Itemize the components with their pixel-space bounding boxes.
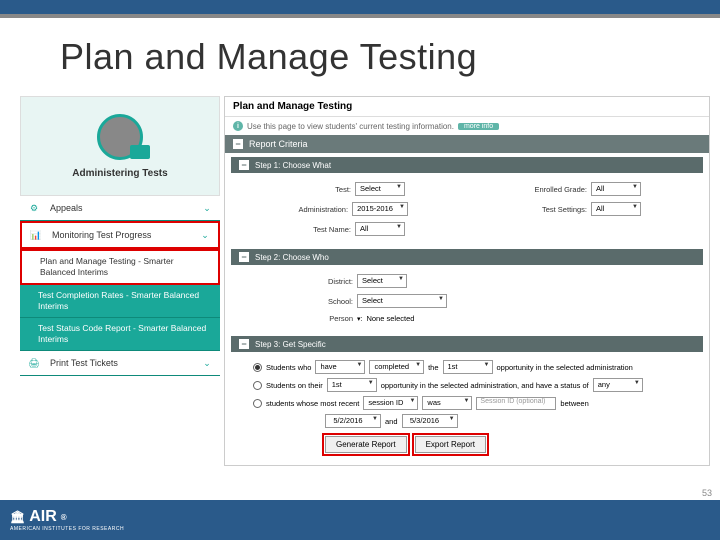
status-select[interactable]: completed — [369, 360, 424, 374]
collapse-icon: − — [239, 252, 249, 262]
footer: 🏛 AIR® AMERICAN INSTITUTES FOR RESEARCH — [0, 500, 720, 540]
content-area: Administering Tests ⚙ Appeals ⌄ 📊 Monitori… — [0, 96, 720, 466]
person-label: Person — [295, 314, 353, 323]
step3-body: Students who have completed the 1st oppo… — [225, 352, 709, 465]
grade-label: Enrolled Grade: — [529, 185, 587, 194]
main-panel: Plan and Manage Testing i Use this page … — [224, 96, 710, 466]
export-report-button[interactable]: Export Report — [415, 436, 486, 453]
opportunity-select[interactable]: 1st — [443, 360, 493, 374]
testname-label: Test Name: — [293, 225, 351, 234]
and-label: and — [385, 417, 398, 426]
avatar-label: Administering Tests — [72, 168, 167, 179]
report-criteria-header[interactable]: − Report Criteria — [225, 135, 709, 153]
top-bar — [0, 0, 720, 18]
step-label: Step 2: Choose Who — [255, 253, 329, 262]
avatar-icon — [97, 114, 143, 160]
collapse-icon: − — [233, 139, 243, 149]
option-3[interactable]: students whose most recent session ID wa… — [235, 394, 699, 412]
button-row: Generate Report Export Report — [235, 430, 699, 459]
district-select[interactable]: Select — [357, 274, 407, 288]
info-icon: i — [233, 121, 243, 131]
criteria-label: Report Criteria — [249, 139, 308, 149]
collapse-icon: − — [239, 160, 249, 170]
chevron-down-icon: ⌄ — [198, 228, 212, 242]
who-have-select[interactable]: have — [315, 360, 365, 374]
nav-label: Monitoring Test Progress — [52, 230, 151, 240]
option-2[interactable]: Students on their 1st opportunity in the… — [235, 376, 699, 394]
nav-monitoring[interactable]: 📊 Monitoring Test Progress ⌄ — [20, 221, 220, 249]
chevron-down-icon: ⌄ — [200, 356, 214, 370]
nav-label: Appeals — [50, 203, 83, 213]
settings-label: Test Settings: — [529, 205, 587, 214]
option-1[interactable]: Students who have completed the 1st oppo… — [235, 358, 699, 376]
settings-select[interactable]: All — [591, 202, 641, 216]
date-to-input[interactable]: 5/3/2016 — [402, 414, 458, 428]
step1-body: Test: Select Enrolled Grade: All Adminis… — [225, 173, 709, 245]
nav-sub-plan-manage[interactable]: Plan and Manage Testing - Smarter Balanc… — [20, 249, 220, 285]
radio-icon[interactable] — [253, 363, 262, 372]
info-row: i Use this page to view students' curren… — [225, 117, 709, 135]
radio-icon[interactable] — [253, 399, 262, 408]
air-logo: 🏛 AIR® — [10, 508, 124, 526]
page-number: 53 — [702, 488, 712, 498]
generate-report-button[interactable]: Generate Report — [325, 436, 407, 453]
more-info-link[interactable]: more info — [458, 123, 499, 130]
sidebar: Administering Tests ⚙ Appeals ⌄ 📊 Monitori… — [20, 96, 220, 466]
avatar-section: Administering Tests — [20, 96, 220, 196]
person-value[interactable]: None selected — [366, 314, 414, 323]
gear-icon: ⚙ — [26, 200, 42, 216]
test-select[interactable]: Select — [355, 182, 405, 196]
chart-icon: 📊 — [28, 227, 44, 243]
session-id-label-select[interactable]: session ID — [363, 396, 418, 410]
any-status-select[interactable]: any — [593, 378, 643, 392]
session-id-input[interactable]: Session ID (optional) — [476, 397, 556, 410]
collapse-icon: − — [239, 339, 249, 349]
admin-select[interactable]: 2015-2016 — [352, 202, 408, 216]
step3-header[interactable]: − Step 3: Get Specific — [231, 336, 703, 352]
chevron-down-icon: ⌄ — [200, 201, 214, 215]
step2-header[interactable]: − Step 2: Choose Who — [231, 249, 703, 265]
air-subtitle: AMERICAN INSTITUTES FOR RESEARCH — [10, 526, 124, 532]
nav-sub-status-code[interactable]: Test Status Code Report - Smarter Balanc… — [20, 318, 220, 351]
admin-label: Administration: — [290, 205, 348, 214]
panel-title: Plan and Manage Testing — [225, 97, 709, 117]
district-label: District: — [295, 277, 353, 286]
school-select[interactable]: Select — [357, 294, 447, 308]
step1-header[interactable]: − Step 1: Choose What — [231, 157, 703, 173]
step-label: Step 3: Get Specific — [255, 340, 326, 349]
step-label: Step 1: Choose What — [255, 161, 331, 170]
radio-icon[interactable] — [253, 381, 262, 390]
slide-title: Plan and Manage Testing — [0, 18, 720, 96]
test-label: Test: — [293, 185, 351, 194]
grade-select[interactable]: All — [591, 182, 641, 196]
opp-num-select[interactable]: 1st — [327, 378, 377, 392]
date-from-input[interactable]: 5/2/2016 — [325, 414, 381, 428]
was-select[interactable]: was — [422, 396, 472, 410]
school-label: School: — [295, 297, 353, 306]
print-icon: 🖨 — [26, 355, 42, 371]
nav-label: Print Test Tickets — [50, 358, 118, 368]
nav-appeals[interactable]: ⚙ Appeals ⌄ — [20, 196, 220, 221]
nav-sub-completion[interactable]: Test Completion Rates - Smarter Balanced… — [20, 285, 220, 318]
info-text: Use this page to view students' current … — [247, 122, 454, 131]
testname-select[interactable]: All — [355, 222, 405, 236]
step2-body: District: Select School: Select Person▾:… — [225, 265, 709, 332]
nav-print-tickets[interactable]: 🖨 Print Test Tickets ⌄ — [20, 351, 220, 376]
